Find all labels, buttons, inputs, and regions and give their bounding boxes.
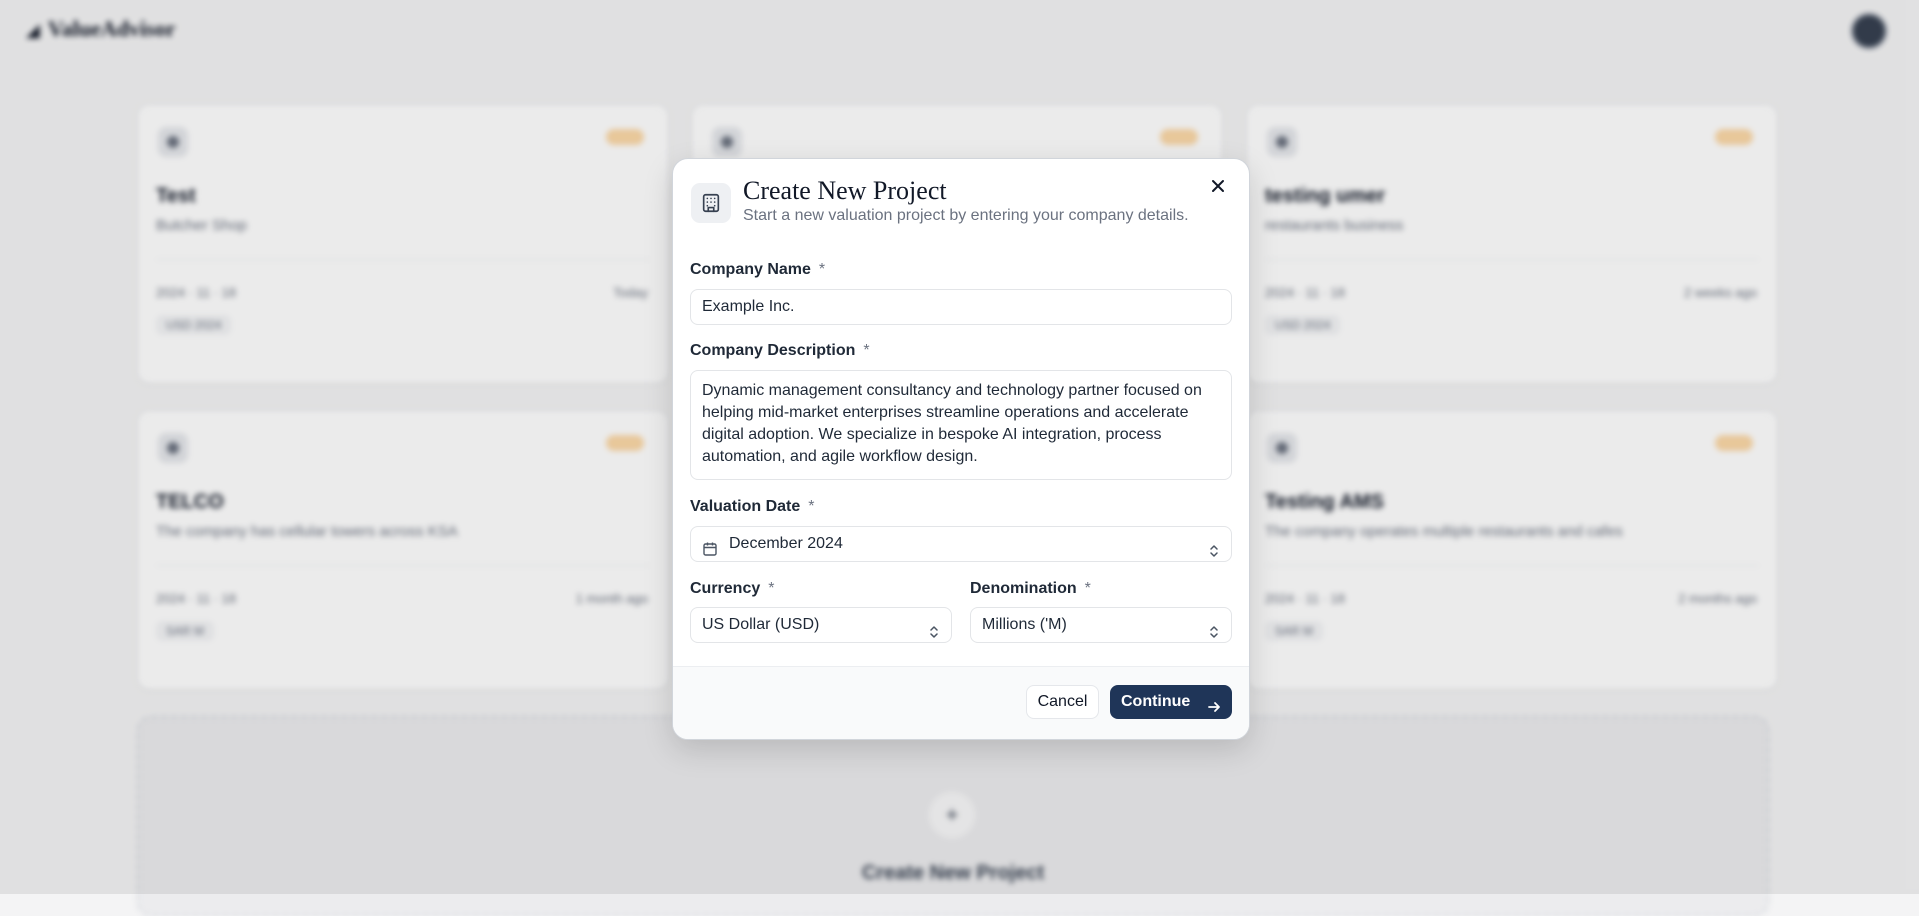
required-mark: * (1084, 580, 1091, 597)
continue-label: Continue (1121, 693, 1191, 710)
chevrons-up-down-icon (1208, 618, 1220, 652)
denomination-select[interactable]: Millions ('M) (970, 607, 1232, 643)
denomination-label: Denomination * (970, 580, 1091, 597)
cancel-button[interactable]: Cancel (1026, 685, 1099, 719)
valuation-date-label: Valuation Date * (690, 498, 815, 515)
continue-button[interactable]: Continue (1110, 685, 1232, 719)
valuation-date-value: December 2024 (729, 535, 843, 552)
dialog-footer: Cancel Continue (673, 666, 1249, 739)
required-mark: * (768, 580, 775, 597)
building-icon (691, 183, 731, 223)
company-name-label: Company Name * (690, 261, 826, 278)
currency-select[interactable]: US Dollar (USD) (690, 607, 952, 643)
required-mark: * (808, 498, 815, 515)
denomination-value: Millions ('M) (982, 616, 1067, 633)
company-description-label: Company Description * (690, 342, 870, 359)
company-name-input[interactable]: Example Inc. (690, 289, 1232, 325)
valuation-date-select[interactable]: December 2024 (690, 526, 1232, 562)
chevrons-up-down-icon (1208, 537, 1220, 571)
arrow-right-icon (1206, 694, 1222, 728)
company-description-textarea[interactable]: Dynamic management consultancy and techn… (690, 370, 1232, 480)
required-mark: * (863, 342, 870, 359)
currency-label: Currency * (690, 580, 775, 597)
create-project-dialog: Create New Project Start a new valuation… (672, 158, 1250, 740)
required-mark: * (818, 261, 826, 278)
dialog-title: Create New Project (743, 176, 947, 205)
close-icon (1212, 180, 1224, 192)
close-button[interactable] (1205, 173, 1231, 199)
currency-value: US Dollar (USD) (702, 616, 820, 633)
dialog-subtitle: Start a new valuation project by enterin… (743, 207, 1189, 224)
calendar-icon (702, 536, 718, 570)
chevrons-up-down-icon (928, 618, 940, 652)
